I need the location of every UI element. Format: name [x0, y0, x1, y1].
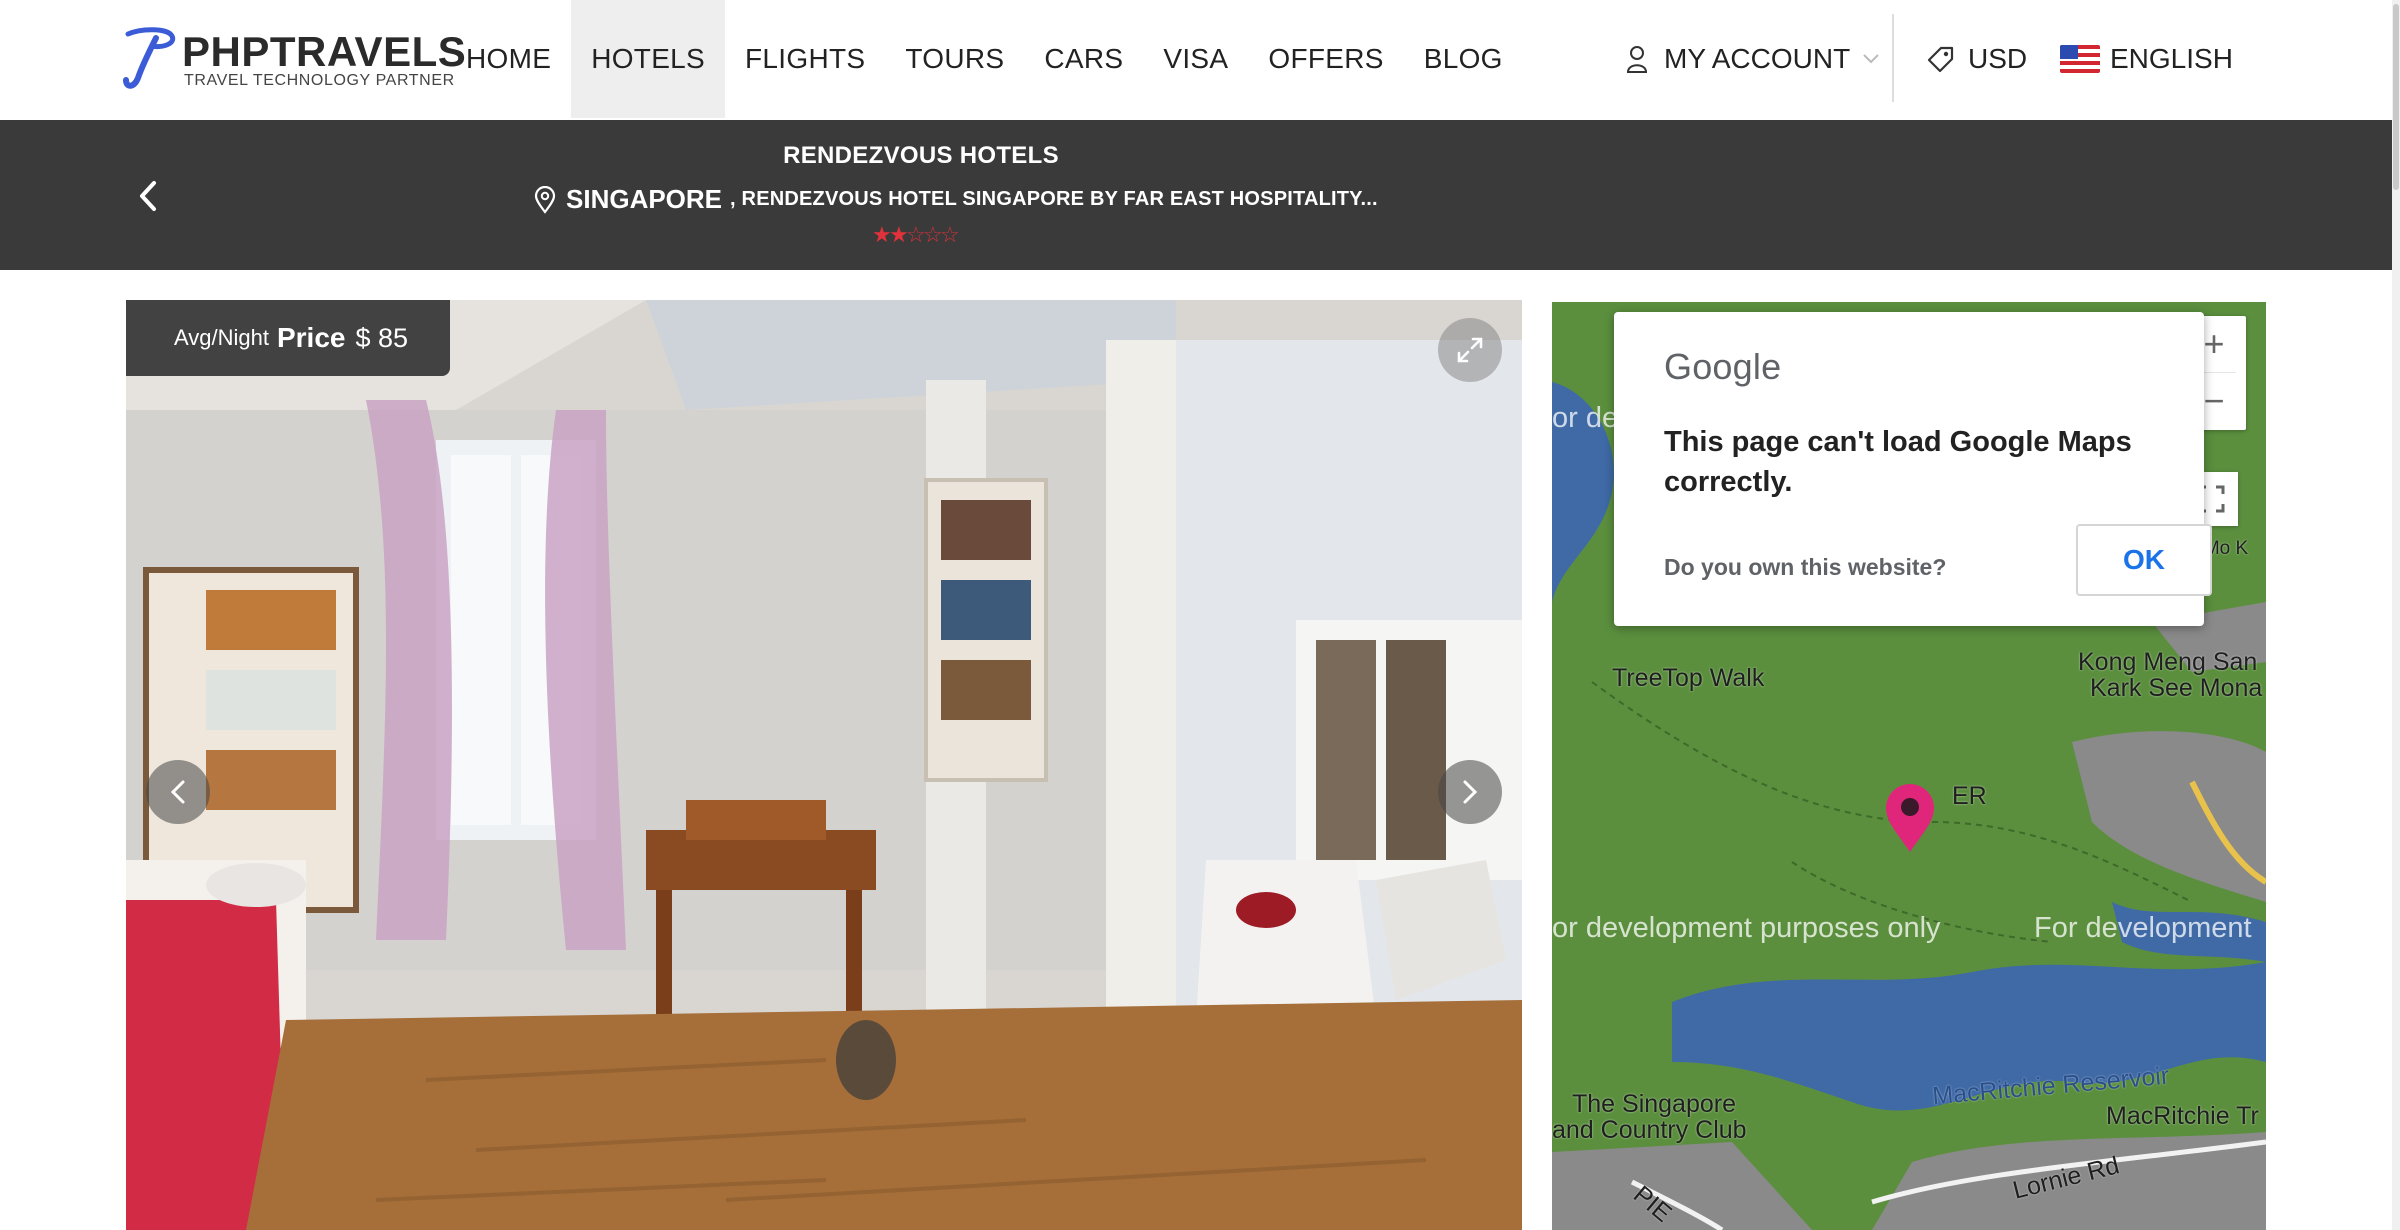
star-rating: ★ ★ ☆ ☆ ☆	[872, 222, 960, 247]
nav-hotels[interactable]: HOTELS	[571, 0, 726, 118]
chevron-left-icon	[140, 181, 156, 211]
map-label-treetop: TreeTop Walk	[1612, 664, 1765, 692]
nav-blog[interactable]: BLOG	[1404, 0, 1523, 118]
logo-mark-icon	[123, 27, 176, 89]
back-button[interactable]	[130, 176, 166, 216]
star-empty-icon: ☆	[906, 222, 926, 247]
chevron-down-icon	[1863, 54, 1879, 64]
header-divider	[1892, 14, 1894, 102]
hotel-photo-gallery[interactable]: Avg/Night Price $ 85	[126, 300, 1522, 1230]
price-value: $ 85	[355, 322, 409, 353]
dev-watermark-left: or development purposes only	[1552, 912, 1941, 944]
location-pin-icon	[534, 185, 556, 214]
nav-cars[interactable]: CARS	[1024, 0, 1143, 118]
map-label-club-1: The Singapore	[1572, 1090, 1737, 1118]
map-label-er: ER	[1952, 782, 1987, 810]
star-filled-icon: ★	[872, 222, 892, 247]
star-empty-icon: ☆	[923, 222, 943, 247]
hotel-location: SINGAPORE , RENDEZVOUS HOTEL SINGAPORE B…	[534, 184, 1378, 215]
own-website-link[interactable]: Do you own this website?	[1664, 554, 1946, 581]
page-scrollbar[interactable]	[2392, 0, 2400, 1230]
currency-selector[interactable]: USD	[1926, 0, 2027, 118]
nav-flights[interactable]: FLIGHTS	[725, 0, 885, 118]
tag-icon	[1927, 46, 1954, 73]
price-tag: Avg/Night Price $ 85	[126, 300, 450, 376]
chevron-right-icon	[1463, 780, 1478, 804]
hotel-header: RENDEZVOUS HOTELS SINGAPORE , RENDEZVOUS…	[0, 120, 2392, 270]
map-label-kong-meng-1: Kong Meng San	[2078, 648, 2258, 676]
previous-photo-button[interactable]	[146, 760, 210, 824]
expand-icon	[1457, 337, 1483, 363]
nav-home[interactable]: HOME	[446, 0, 571, 118]
user-icon	[1626, 46, 1648, 73]
language-label: ENGLISH	[2110, 43, 2233, 74]
google-logo: Google	[1664, 346, 1782, 387]
price-label: Avg/Night	[174, 325, 269, 350]
brand-tagline: TRAVEL TECHNOLOGY PARTNER	[184, 72, 455, 89]
dev-watermark-right: For development	[2034, 912, 2252, 944]
us-flag-icon	[2060, 45, 2100, 73]
hotel-name: RENDEZVOUS HOTELS	[783, 142, 1059, 169]
nav-tours[interactable]: TOURS	[885, 0, 1024, 118]
hotel-map[interactable]: ER TreeTop Walk Kong Meng San Kark See M…	[1552, 302, 2266, 1230]
hotel-city: SINGAPORE	[566, 184, 723, 214]
main-nav: HOME HOTELS FLIGHTS TOURS CARS VISA OFFE…	[446, 0, 1523, 118]
nav-offers[interactable]: OFFERS	[1248, 0, 1403, 118]
my-account-dropdown[interactable]: MY ACCOUNT	[1626, 0, 1896, 118]
scrollbar-thumb[interactable]	[2393, 4, 2399, 190]
maps-error-message: This page can't load Google Maps correct…	[1664, 426, 2132, 498]
next-photo-button[interactable]	[1438, 760, 1502, 824]
nav-visa[interactable]: VISA	[1143, 0, 1248, 118]
fullscreen-button[interactable]	[1438, 318, 1502, 382]
language-selector[interactable]: ENGLISH	[2060, 0, 2233, 118]
chevron-left-icon	[170, 780, 185, 804]
maps-error-dialog: Google This page can't load Google Maps …	[1614, 312, 2212, 626]
map-label-club-2: and Country Club	[1552, 1116, 1747, 1144]
room-photo	[126, 300, 1522, 1230]
star-filled-icon: ★	[889, 222, 909, 247]
brand-logo[interactable]: PHPTRAVELS TRAVEL TECHNOLOGY PARTNER	[122, 24, 466, 94]
map-marker-icon[interactable]	[1884, 782, 1936, 854]
brand-name: PHPTRAVELS	[182, 28, 467, 75]
top-navbar: PHPTRAVELS TRAVEL TECHNOLOGY PARTNER HOM…	[0, 0, 2392, 120]
dialog-ok-button[interactable]: OK	[2076, 524, 2212, 596]
hotel-address: , RENDEZVOUS HOTEL SINGAPORE BY FAR EAST…	[730, 188, 1378, 210]
map-label-macritchie-tr: MacRitchie Tr	[2106, 1102, 2259, 1130]
map-label-kong-meng-2: Kark See Mona	[2090, 674, 2263, 702]
currency-label: USD	[1968, 43, 2028, 74]
star-empty-icon: ☆	[940, 222, 960, 247]
price-word: Price	[276, 322, 346, 353]
my-account-label: MY ACCOUNT	[1664, 43, 1851, 74]
